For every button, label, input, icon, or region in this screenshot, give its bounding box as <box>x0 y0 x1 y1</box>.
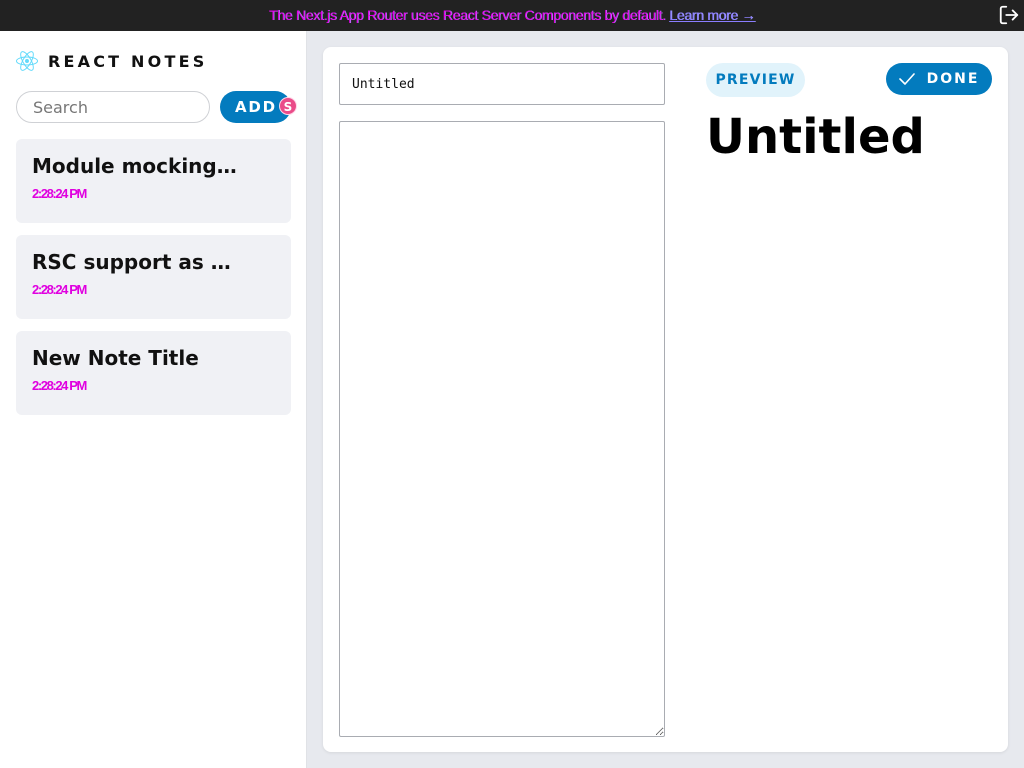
note-title: New Note Title <box>32 346 199 370</box>
note-body-textarea[interactable] <box>339 121 665 737</box>
done-button[interactable]: DONE <box>886 63 992 95</box>
note-timestamp: 2:28:24 PM <box>32 378 87 393</box>
brand[interactable]: REACT NOTES <box>16 50 207 72</box>
note-item[interactable]: New Note Title 2:28:24 PM <box>16 331 291 415</box>
react-logo-icon <box>16 51 38 71</box>
note-item[interactable]: RSC support as … 2:28:24 PM <box>16 235 291 319</box>
note-editor-panel: PREVIEW DONE Untitled <box>323 47 1008 752</box>
note-timestamp: 2:28:24 PM <box>32 186 87 201</box>
brand-title: REACT NOTES <box>48 51 208 71</box>
note-title-input[interactable] <box>339 63 665 105</box>
search-input[interactable] <box>16 91 210 123</box>
top-banner: The Next.js App Router uses React Server… <box>0 0 1024 31</box>
banner-message: The Next.js App Router uses React Server… <box>268 7 666 23</box>
done-button-label: DONE <box>926 71 980 87</box>
note-title: Module mocking… <box>32 154 237 178</box>
preview-title: Untitled <box>706 109 925 165</box>
logout-icon[interactable] <box>998 4 1020 26</box>
learn-more-link[interactable]: Learn more → <box>669 7 755 23</box>
check-icon <box>898 73 915 85</box>
preview-toggle-button[interactable]: PREVIEW <box>706 63 805 97</box>
banner-text: The Next.js App Router uses React Server… <box>0 7 1024 23</box>
add-badge: S <box>279 97 297 115</box>
sidebar: REACT NOTES ADD S Module mocking… 2:28:2… <box>0 31 307 768</box>
note-item[interactable]: Module mocking… 2:28:24 PM <box>16 139 291 223</box>
note-title: RSC support as … <box>32 250 231 274</box>
note-timestamp: 2:28:24 PM <box>32 282 87 297</box>
